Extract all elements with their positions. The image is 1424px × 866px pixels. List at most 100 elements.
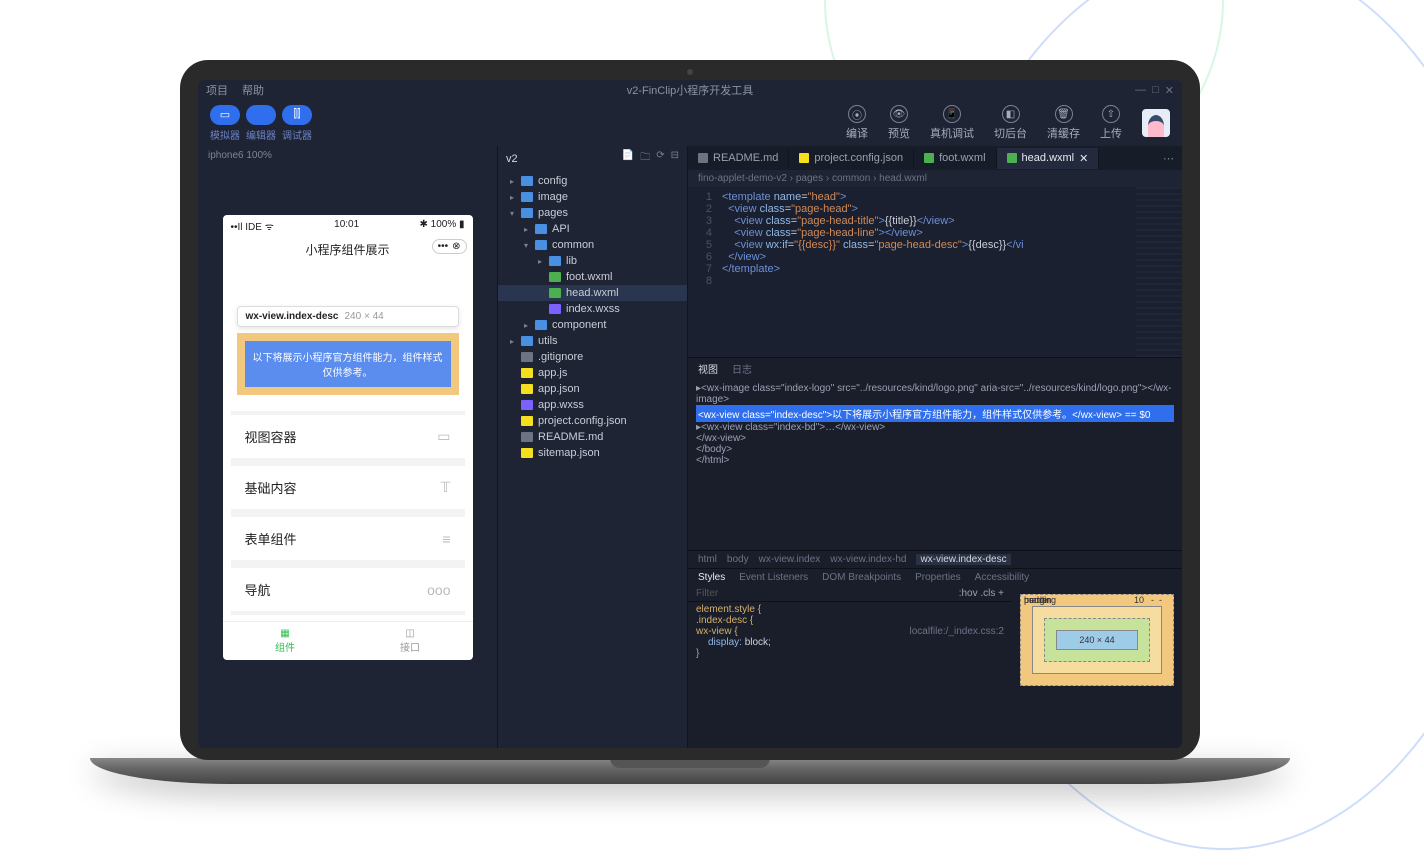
close-capsule-icon[interactable]: ⊗	[452, 241, 460, 252]
menu-item-label: 视图容器	[245, 427, 297, 446]
tree-item-sitemap.json[interactable]: sitemap.json	[498, 445, 687, 461]
component-menu-item-0[interactable]: 视图容器 ▭	[231, 415, 465, 458]
elements-node[interactable]: </body>	[696, 444, 1174, 455]
mode-pill-1[interactable]: 编辑器	[246, 105, 276, 142]
tree-item-common[interactable]: ▾ common	[498, 237, 687, 253]
crumb-wx-view.index[interactable]: wx-view.index	[759, 554, 821, 565]
tree-item-app.wxss[interactable]: app.wxss	[498, 397, 687, 413]
phone-tab-0[interactable]: ▦ 组件	[223, 622, 348, 660]
close-icon[interactable]: ✕	[1165, 84, 1174, 97]
code-line-4[interactable]: 4 <view class="page-head-line"></view>	[688, 227, 1182, 239]
elements-node[interactable]: </html>	[696, 455, 1174, 466]
highlighted-element[interactable]: 以下将展示小程序官方组件能力，组件样式仅供参考。	[237, 333, 459, 395]
editor-tab-foot.wxml[interactable]: foot.wxml	[914, 148, 996, 168]
crumb-wx-view.index-hd[interactable]: wx-view.index-hd	[830, 554, 906, 565]
crumb-wx-view.index-desc[interactable]: wx-view.index-desc	[916, 554, 1010, 565]
crumb-body[interactable]: body	[727, 554, 749, 565]
component-menu-item-2[interactable]: 表单组件 ≡	[231, 517, 465, 560]
code-line-3[interactable]: 3 <view class="page-head-title">{{title}…	[688, 215, 1182, 227]
styles-subtab-DOM Breakpoints[interactable]: DOM Breakpoints	[822, 572, 901, 583]
toolbar-remote-button[interactable]: 📱 真机调试	[930, 105, 974, 141]
styles-subtab-Styles[interactable]: Styles	[698, 572, 725, 583]
tree-item-pages[interactable]: ▾ pages	[498, 205, 687, 221]
menu-project[interactable]: 项目	[206, 82, 228, 98]
devtools-tab-log[interactable]: 日志	[732, 361, 752, 376]
tree-item-API[interactable]: ▸ API	[498, 221, 687, 237]
styles-subtab-Event Listeners[interactable]: Event Listeners	[739, 572, 808, 583]
status-battery: ✱ 100% ▮	[419, 219, 464, 233]
elements-node[interactable]: </wx-view>	[696, 433, 1174, 444]
toolbar-upload-button[interactable]: ⇧ 上传	[1100, 105, 1122, 141]
tree-item-app.json[interactable]: app.json	[498, 381, 687, 397]
tree-item-README.md[interactable]: README.md	[498, 429, 687, 445]
editor-tab-README.md[interactable]: README.md	[688, 148, 789, 168]
tree-item-foot.wxml[interactable]: foot.wxml	[498, 269, 687, 285]
tree-item-label: pages	[538, 207, 568, 219]
file-icon	[521, 384, 533, 394]
editor-tab-head.wxml[interactable]: head.wxml ✕	[997, 148, 1100, 169]
devtools-tab-view[interactable]: 视图	[698, 361, 718, 376]
toolbar-background-button[interactable]: ◧ 切后台	[994, 105, 1027, 141]
code-line-7[interactable]: 7 </template>	[688, 263, 1182, 275]
code-line-8[interactable]: 8	[688, 275, 1182, 287]
minimize-icon[interactable]: —	[1135, 84, 1146, 97]
code-line-6[interactable]: 6 </view>	[688, 251, 1182, 263]
minimap[interactable]	[1136, 187, 1182, 357]
new-folder-icon[interactable]: 🗀	[640, 150, 650, 167]
toolbar-preview-button[interactable]: 👁 预览	[888, 105, 910, 141]
tree-item-index.wxss[interactable]: index.wxss	[498, 301, 687, 317]
elements-tree[interactable]: ▸<wx-image class="index-logo" src="../re…	[688, 379, 1182, 550]
toolbar-clearCache-button[interactable]: 🗑 清缓存	[1047, 105, 1080, 141]
css-rule[interactable]: wx-view {localfile:/_index.css:2display:…	[696, 626, 1004, 659]
tab-close-icon[interactable]: ✕	[1079, 152, 1088, 165]
component-menu-item-1[interactable]: 基础内容 𝕋	[231, 466, 465, 509]
tree-item-.gitignore[interactable]: .gitignore	[498, 349, 687, 365]
elements-highlighted-node[interactable]: <wx-view class="index-desc">以下将展示小程序官方组件…	[696, 405, 1174, 422]
code-line-5[interactable]: 5 <view wx:if="{{desc}}" class="page-hea…	[688, 239, 1182, 251]
css-rule[interactable]: .index-desc {</span><div class="prop">ma…	[696, 615, 1004, 626]
tree-item-utils[interactable]: ▸ utils	[498, 333, 687, 349]
styles-subtab-Properties[interactable]: Properties	[915, 572, 961, 583]
editor-tab-project.config.json[interactable]: project.config.json	[789, 148, 914, 168]
mode-pill-2[interactable]: ⫿⫿ 调试器	[282, 105, 312, 142]
tree-item-image[interactable]: ▸ image	[498, 189, 687, 205]
capsule-button[interactable]: ••• ⊗	[432, 239, 467, 254]
line-number: 8	[688, 275, 722, 287]
tree-item-project.config.json[interactable]: project.config.json	[498, 413, 687, 429]
tree-item-lib[interactable]: ▸ lib	[498, 253, 687, 269]
styles-filter-controls[interactable]: :hov .cls +	[959, 588, 1004, 599]
simulator-panel: iphone6 100% ••Il IDE ᯤ 10:01 ✱ 100% ▮ 小…	[198, 146, 498, 748]
refresh-icon[interactable]: ⟳	[656, 150, 664, 167]
code-editor[interactable]: 1 <template name="head"> 2 <view class="…	[688, 187, 1182, 357]
new-file-icon[interactable]: 📄	[622, 150, 634, 167]
styles-filter-input[interactable]: Filter	[696, 588, 718, 599]
code-line-1[interactable]: 1 <template name="head">	[688, 191, 1182, 203]
toolbar-compile-button[interactable]: ⦿ 编译	[846, 105, 868, 141]
tree-item-head.wxml[interactable]: head.wxml	[498, 285, 687, 301]
tree-item-component[interactable]: ▸ component	[498, 317, 687, 333]
file-explorer: v2 📄 🗀 ⟳ ⊟ ▸ config ▸ image ▾	[498, 146, 688, 748]
elements-node[interactable]: ▸<wx-image class="index-logo" src="../re…	[696, 383, 1174, 405]
code-line-2[interactable]: 2 <view class="page-head">	[688, 203, 1182, 215]
mode-pill-0[interactable]: ▭ 模拟器	[210, 105, 240, 142]
css-rule[interactable]: element.style {	[696, 604, 1004, 615]
code-text: <template name="head">	[722, 191, 846, 203]
component-menu-item-3[interactable]: 导航 ooo	[231, 568, 465, 611]
menu-help[interactable]: 帮助	[242, 82, 264, 98]
tree-item-config[interactable]: ▸ config	[498, 173, 687, 189]
tab-label: 接口	[400, 639, 420, 654]
elements-crumbs[interactable]: html body wx-view.index wx-view.index-hd wx-…	[688, 550, 1182, 568]
maximize-icon[interactable]: □	[1152, 84, 1159, 97]
phone-tab-1[interactable]: ◫ 接口	[348, 622, 473, 660]
page-title: 小程序组件展示	[305, 243, 389, 257]
avatar[interactable]	[1142, 109, 1170, 137]
elements-node[interactable]: ▸<wx-view class="index-bd">…</wx-view>	[696, 422, 1174, 433]
tree-item-app.js[interactable]: app.js	[498, 365, 687, 381]
explorer-root[interactable]: v2	[506, 153, 518, 165]
more-icon[interactable]: •••	[438, 241, 449, 252]
crumb-html[interactable]: html	[698, 554, 717, 565]
breadcrumb[interactable]: fino-applet-demo-v2 › pages › common › h…	[688, 170, 1182, 187]
styles-subtab-Accessibility[interactable]: Accessibility	[975, 572, 1029, 583]
tabs-overflow-icon[interactable]: ⋯	[1155, 152, 1182, 165]
collapse-icon[interactable]: ⊟	[671, 150, 679, 167]
